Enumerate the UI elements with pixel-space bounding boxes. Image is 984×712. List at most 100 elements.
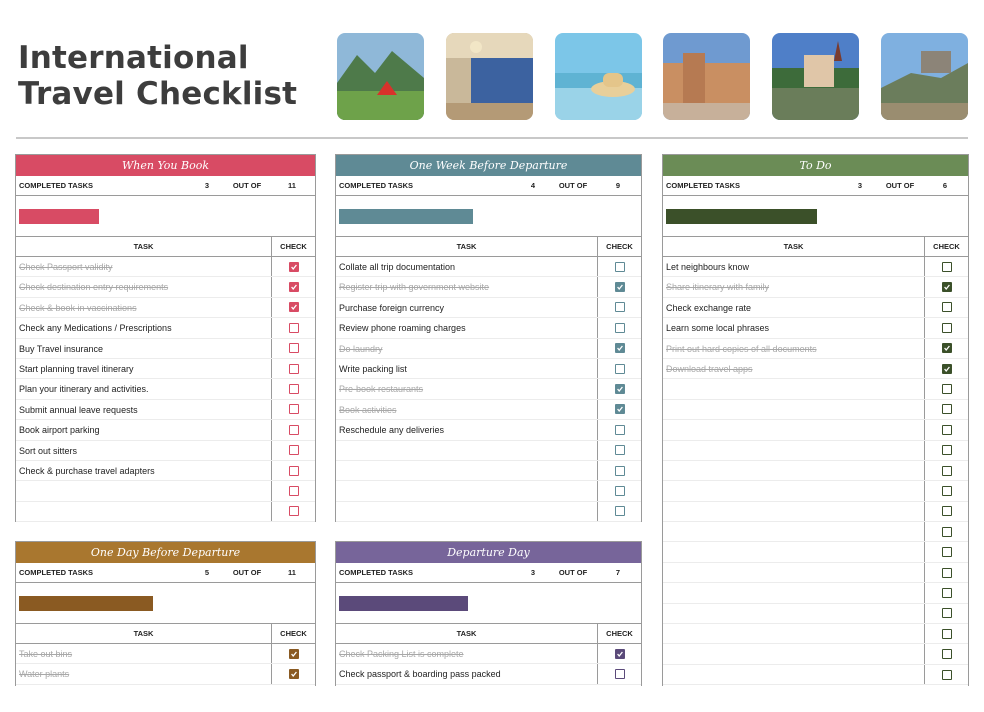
- task-text: [663, 665, 924, 684]
- check-cell: [597, 440, 641, 460]
- task-checkbox[interactable]: [941, 363, 952, 374]
- task-text: [336, 502, 597, 521]
- task-checkbox[interactable]: [941, 649, 952, 660]
- task-checkbox[interactable]: [941, 608, 952, 619]
- completed-label: COMPLETED TASKS: [19, 568, 94, 577]
- task-text: Register trip with government website: [339, 282, 490, 293]
- task-checkbox[interactable]: [941, 506, 952, 517]
- task-checkbox[interactable]: [288, 648, 299, 659]
- task-checkbox[interactable]: [288, 669, 299, 680]
- task-checkbox[interactable]: [941, 567, 952, 578]
- task-row: Collate all trip documentation: [336, 257, 641, 278]
- task-checkbox[interactable]: [288, 363, 299, 374]
- task-text: Collate all trip documentation: [339, 262, 456, 272]
- task-row: Review phone roaming charges: [336, 318, 641, 339]
- task-row: Buy Travel insurance: [16, 338, 315, 359]
- task-checkbox[interactable]: [941, 547, 952, 558]
- task-checkbox[interactable]: [941, 424, 952, 435]
- task-checkbox[interactable]: [288, 445, 299, 456]
- check-column-header: CHECK: [271, 237, 315, 256]
- task-checkbox[interactable]: [614, 669, 625, 680]
- task-checkbox[interactable]: [614, 384, 625, 395]
- task-checkbox[interactable]: [614, 506, 625, 517]
- task-checkbox[interactable]: [614, 282, 625, 293]
- task-checkbox[interactable]: [941, 343, 952, 354]
- check-cell: [271, 358, 315, 379]
- task-checkbox[interactable]: [288, 302, 299, 313]
- checkmark-icon: [290, 305, 297, 311]
- task-checkbox[interactable]: [288, 404, 299, 415]
- task-checkbox[interactable]: [614, 302, 625, 313]
- task-checkbox[interactable]: [288, 424, 299, 435]
- task-row: [663, 542, 968, 563]
- check-cell: [924, 583, 968, 603]
- column-header: TASK CHECK: [663, 237, 968, 257]
- task-checkbox[interactable]: [941, 302, 952, 313]
- task-checkbox[interactable]: [288, 485, 299, 496]
- title-line-1: International: [18, 40, 249, 76]
- task-list: Take out bins Water plants: [16, 644, 315, 685]
- task-checkbox[interactable]: [288, 322, 299, 333]
- task-checkbox[interactable]: [614, 648, 625, 659]
- task-checkbox[interactable]: [288, 506, 299, 517]
- task-checkbox[interactable]: [614, 404, 625, 415]
- tent-mountains-photo: [337, 33, 424, 120]
- task-checkbox[interactable]: [941, 465, 952, 476]
- task-checkbox[interactable]: [288, 282, 299, 293]
- column-header: TASK CHECK: [16, 237, 315, 257]
- task-checkbox[interactable]: [941, 669, 952, 680]
- task-checkbox[interactable]: [614, 343, 625, 354]
- task-row: Check destination entry requirements: [16, 277, 315, 298]
- task-column-header: TASK: [133, 242, 154, 251]
- task-checkbox[interactable]: [288, 465, 299, 476]
- task-checkbox[interactable]: [941, 384, 952, 395]
- completed-stats: COMPLETED TASKS 5 OUT OF 11: [16, 563, 315, 583]
- departure-day-panel: Departure Day COMPLETED TASKS 3 OUT OF 7 TASK…: [335, 541, 642, 686]
- task-checkbox[interactable]: [941, 282, 952, 293]
- completed-count: 3: [204, 181, 210, 190]
- task-checkbox[interactable]: [614, 363, 625, 374]
- task-text: Review phone roaming charges: [339, 323, 466, 334]
- page-title: International Travel Checklist: [18, 40, 318, 112]
- task-checkbox[interactable]: [614, 322, 625, 333]
- task-checkbox[interactable]: [288, 343, 299, 354]
- task-checkbox[interactable]: [941, 587, 952, 598]
- task-row: Check Packing List is complete: [336, 644, 641, 665]
- task-checkbox[interactable]: [614, 424, 625, 435]
- task-text: [663, 522, 924, 541]
- task-row: Share itinerary with family: [663, 277, 968, 298]
- check-column-header: CHECK: [597, 624, 641, 643]
- check-cell: [271, 257, 315, 277]
- task-checkbox[interactable]: [941, 322, 952, 333]
- task-checkbox[interactable]: [941, 404, 952, 415]
- check-cell: [597, 460, 641, 481]
- task-checkbox[interactable]: [941, 445, 952, 456]
- task-text: Let neighbours know: [666, 262, 750, 272]
- task-text: Check Passport validity: [19, 262, 113, 272]
- task-text: [663, 604, 924, 623]
- task-checkbox[interactable]: [614, 261, 625, 272]
- task-checkbox[interactable]: [941, 261, 952, 272]
- task-checkbox[interactable]: [288, 261, 299, 272]
- check-cell: [924, 257, 968, 277]
- task-checkbox[interactable]: [941, 628, 952, 639]
- task-row: [663, 603, 968, 625]
- task-checkbox[interactable]: [941, 526, 952, 537]
- task-checkbox[interactable]: [941, 485, 952, 496]
- panel-title: To Do: [663, 155, 968, 176]
- task-checkbox[interactable]: [288, 384, 299, 395]
- one-day-before-panel: One Day Before Departure COMPLETED TASKS 5…: [15, 541, 316, 686]
- checkmark-icon: [290, 651, 297, 657]
- task-checkbox[interactable]: [614, 465, 625, 476]
- task-text: Learn some local phrases: [666, 323, 770, 334]
- progress-fill: [19, 596, 153, 611]
- check-cell: [597, 379, 641, 399]
- task-row: [663, 399, 968, 421]
- task-checkbox[interactable]: [614, 485, 625, 496]
- check-cell: [597, 358, 641, 379]
- task-text: Do laundry: [339, 343, 383, 354]
- check-cell: [924, 542, 968, 562]
- task-checkbox[interactable]: [614, 445, 625, 456]
- task-text: Print out hard copies of all documents: [666, 343, 817, 354]
- task-row: Purchase foreign currency: [336, 297, 641, 319]
